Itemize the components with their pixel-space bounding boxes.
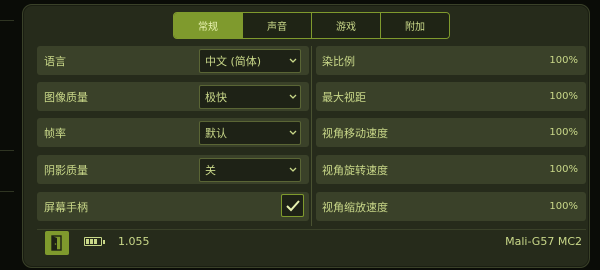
select-value: 中文 (简体) <box>205 55 262 68</box>
select-value: 默认 <box>205 127 227 140</box>
setting-value: 100% <box>549 91 578 102</box>
setting-row-framerate: 帧率 默认 <box>37 118 309 147</box>
setting-value: 100% <box>549 201 578 212</box>
setting-value: 100% <box>549 127 578 138</box>
frame-notch-side <box>0 150 14 192</box>
setting-row-render-scale[interactable]: 染比例 100% <box>316 46 586 75</box>
battery-icon <box>84 237 102 246</box>
checkmark-icon <box>285 199 300 211</box>
exit-button[interactable] <box>45 231 69 255</box>
setting-label: 视角缩放速度 <box>322 200 388 214</box>
setting-row-camera-move-speed[interactable]: 视角移动速度 100% <box>316 118 586 147</box>
chevron-down-icon <box>286 90 300 104</box>
battery-bar <box>94 239 97 244</box>
setting-row-camera-zoom-speed[interactable]: 视角缩放速度 100% <box>316 192 586 221</box>
tab-general[interactable]: 常规 <box>174 13 243 38</box>
chevron-down-icon <box>286 54 300 68</box>
onscreen-controller-checkbox[interactable] <box>281 194 304 217</box>
battery-bar <box>90 239 93 244</box>
graphics-quality-select[interactable]: 极快 <box>199 85 301 109</box>
setting-row-camera-rotate-speed[interactable]: 视角旋转速度 100% <box>316 155 586 184</box>
setting-label: 屏幕手柄 <box>44 200 88 214</box>
shadow-quality-select[interactable]: 关 <box>199 158 301 182</box>
setting-row-shadow-quality: 阴影质量 关 <box>37 155 309 184</box>
setting-label: 染比例 <box>322 54 355 68</box>
setting-value: 100% <box>549 164 578 175</box>
setting-row-onscreen-controller: 屏幕手柄 <box>37 192 309 221</box>
battery-cap <box>103 240 105 244</box>
settings-tabs: 常规 声音 游戏 附加 <box>173 12 450 39</box>
footer-divider <box>37 229 586 230</box>
frame-notch-top <box>0 6 14 21</box>
language-select[interactable]: 中文 (简体) <box>199 49 301 73</box>
setting-label: 帧率 <box>44 126 66 140</box>
setting-label: 最大视距 <box>322 90 366 104</box>
column-divider <box>311 46 312 226</box>
select-value: 关 <box>205 164 216 177</box>
setting-label: 语言 <box>44 54 66 68</box>
setting-value: 100% <box>549 55 578 66</box>
setting-label: 图像质量 <box>44 90 88 104</box>
framerate-select[interactable]: 默认 <box>199 121 301 145</box>
setting-row-language: 语言 中文 (简体) <box>37 46 309 75</box>
setting-label: 视角移动速度 <box>322 126 388 140</box>
gpu-info: Mali-G57 MC2 <box>505 235 582 248</box>
exit-door-icon <box>51 235 62 251</box>
chevron-down-icon <box>286 163 300 177</box>
battery-bar <box>86 239 89 244</box>
setting-label: 阴影质量 <box>44 163 88 177</box>
tab-extra[interactable]: 附加 <box>381 13 449 38</box>
chevron-down-icon <box>286 126 300 140</box>
setting-label: 视角旋转速度 <box>322 163 388 177</box>
tab-sound[interactable]: 声音 <box>243 13 312 38</box>
select-value: 极快 <box>205 91 227 104</box>
setting-row-max-view-distance[interactable]: 最大视距 100% <box>316 82 586 111</box>
version-text: 1.055 <box>118 235 150 248</box>
setting-row-graphics-quality: 图像质量 极快 <box>37 82 309 111</box>
tab-game[interactable]: 游戏 <box>312 13 381 38</box>
